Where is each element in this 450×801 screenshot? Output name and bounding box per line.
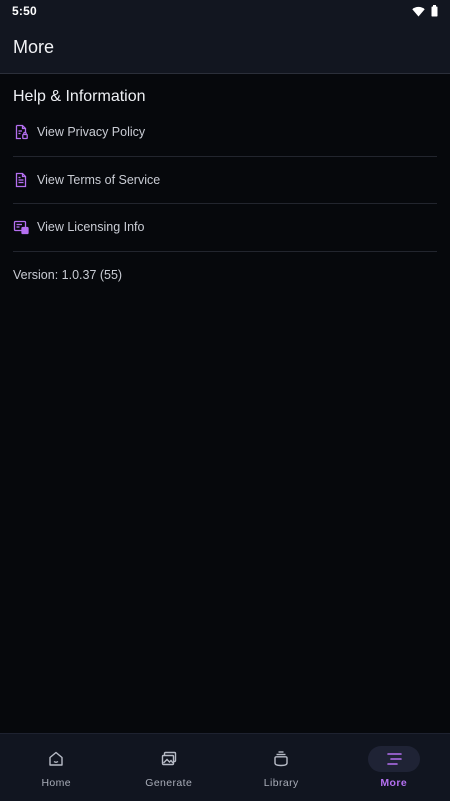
- page-title: More: [13, 37, 55, 57]
- nav-item-library[interactable]: Library: [225, 734, 338, 801]
- library-icon: [255, 746, 307, 772]
- status-bar: 5:50: [0, 0, 450, 22]
- more-screen: 5:50 More Help & Information View Privac…: [0, 0, 450, 801]
- nav-label-library: Library: [263, 777, 299, 789]
- help-info-list: View Privacy Policy View Terms of Servic…: [13, 109, 437, 252]
- bottom-navigation: Home Generate Library More: [0, 733, 450, 801]
- nav-item-home[interactable]: Home: [0, 734, 113, 801]
- licensing-info-label: View Licensing Info: [37, 220, 145, 235]
- terms-of-service-item[interactable]: View Terms of Service: [13, 157, 437, 204]
- status-icons: [412, 5, 438, 17]
- app-bar: More: [0, 22, 450, 74]
- licensing-info-item[interactable]: View Licensing Info: [13, 204, 437, 252]
- nav-label-more: More: [380, 777, 408, 789]
- nav-item-more[interactable]: More: [338, 734, 450, 801]
- nav-label-home: Home: [41, 777, 72, 789]
- content: Help & Information View Privacy Policy V…: [0, 75, 450, 298]
- privacy-document-icon: [13, 123, 31, 141]
- home-icon: [30, 746, 82, 772]
- section-heading: Help & Information: [13, 88, 146, 105]
- nav-item-generate[interactable]: Generate: [113, 734, 226, 801]
- privacy-policy-item[interactable]: View Privacy Policy: [13, 109, 437, 157]
- terms-of-service-label: View Terms of Service: [37, 172, 161, 187]
- battery-icon: [431, 5, 438, 17]
- licensing-icon: [13, 218, 31, 236]
- wifi-icon: [412, 6, 425, 17]
- menu-icon: [367, 746, 420, 772]
- privacy-policy-label: View Privacy Policy: [37, 125, 146, 140]
- terms-document-icon: [13, 171, 31, 189]
- nav-label-generate: Generate: [145, 777, 193, 789]
- version-text: Version: 1.0.37 (55): [13, 267, 123, 282]
- generate-icon: [143, 746, 195, 772]
- status-time: 5:50: [12, 4, 37, 18]
